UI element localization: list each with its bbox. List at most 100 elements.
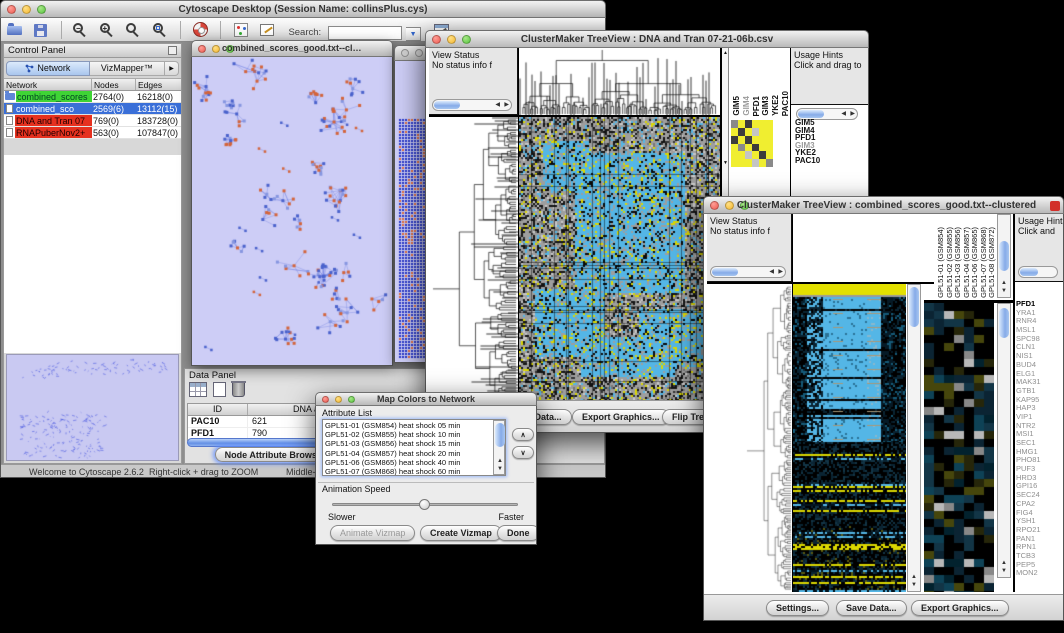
- matrix-cell[interactable]: [738, 136, 745, 144]
- tv2-gene-label[interactable]: RPN1: [1016, 543, 1063, 552]
- tv1-gene-label[interactable]: PAC10: [795, 157, 865, 165]
- scroll-down-icon[interactable]: ▼: [998, 287, 1010, 295]
- treeview1-titlebar[interactable]: ClusterMaker TreeView : DNA and Tran 07-…: [425, 30, 869, 48]
- tv2-gene-label[interactable]: MAK31: [1016, 378, 1063, 387]
- tv2-gene-label[interactable]: KAP95: [1016, 396, 1063, 405]
- matrix-cell[interactable]: [731, 120, 738, 128]
- tv1-row-dendrogram[interactable]: [429, 117, 518, 400]
- attribute-list-item[interactable]: GPL51-01 (GSM854) heat shock 05 min: [325, 421, 503, 430]
- attribute-list-item[interactable]: GPL51-02 (GSM855) heat shock 10 min: [325, 430, 503, 439]
- help-icon[interactable]: [191, 20, 211, 40]
- scroll-down-icon[interactable]: ▼: [998, 567, 1010, 575]
- scroll-up-icon[interactable]: ▲: [908, 573, 920, 581]
- tv2-gene-label[interactable]: SEC24: [1016, 491, 1063, 500]
- treeview2-titlebar[interactable]: ClusterMaker TreeView : combined_scores_…: [703, 196, 1064, 214]
- tv2-column-label[interactable]: GPL51-01 (GSM854): [937, 227, 945, 298]
- matrix-cell[interactable]: [745, 136, 752, 144]
- network-overview-canvas[interactable]: [7, 355, 178, 460]
- animate-vizmap-button[interactable]: Animate Vizmap: [330, 525, 415, 541]
- matrix-cell[interactable]: [745, 151, 752, 159]
- matrix-cell[interactable]: [731, 136, 738, 144]
- move-down-button[interactable]: ∨: [512, 446, 534, 459]
- matrix-cell[interactable]: [766, 136, 773, 144]
- tv1-gene-label[interactable]: PFD1: [795, 134, 865, 142]
- open-session-icon[interactable]: [5, 20, 25, 40]
- tv2-gene-label[interactable]: HRD3: [1016, 474, 1063, 483]
- zoom-out-icon[interactable]: −: [71, 20, 91, 40]
- matrix-cell[interactable]: [731, 159, 738, 167]
- tv2-export-graphics-button[interactable]: Export Graphics...: [911, 600, 1009, 616]
- tab-vizmapper[interactable]: VizMapper™: [90, 61, 165, 76]
- delete-attribute-icon[interactable]: [232, 382, 245, 397]
- attribute-list-scrollbar[interactable]: ▲ ▼: [493, 420, 505, 475]
- tv2-gene-label[interactable]: PFD1: [1016, 300, 1063, 309]
- close-button[interactable]: [432, 35, 441, 44]
- matrix-cell[interactable]: [759, 136, 766, 144]
- network-table-row[interactable]: combined_sco2569(6)13112(15): [4, 103, 181, 115]
- tv1-export-graphics-button[interactable]: Export Graphics...: [572, 409, 670, 425]
- data-column-id[interactable]: ID: [188, 404, 248, 415]
- tv1-gene-label[interactable]: GIM4: [795, 127, 865, 135]
- animation-speed-slider[interactable]: [332, 503, 518, 506]
- minimize-button[interactable]: [415, 49, 423, 57]
- tv2-gene-label[interactable]: CPA2: [1016, 500, 1063, 509]
- scroll-left-icon[interactable]: ◀: [841, 110, 846, 119]
- tv2-labels-scrollbar[interactable]: ▲ ▼: [997, 214, 1011, 298]
- network-table-row[interactable]: DNA and Tran 07769(0)183728(0): [4, 115, 181, 127]
- attribute-list[interactable]: GPL51-01 (GSM854) heat shock 05 minGPL51…: [322, 419, 506, 476]
- network-view-titlebar[interactable]: combined_scores_good.txt--cluste...: [191, 40, 393, 57]
- minimize-button[interactable]: [22, 5, 31, 14]
- tv2-column-label[interactable]: GPL51-03 (GSM856): [954, 227, 962, 298]
- matrix-cell[interactable]: [731, 144, 738, 152]
- close-button[interactable]: [710, 201, 719, 210]
- tv2-column-label[interactable]: GPL51-07 (GSM868): [980, 227, 988, 298]
- slider-thumb[interactable]: [419, 499, 430, 510]
- tv2-heatmap-scrollbar[interactable]: ▲ ▼: [907, 284, 921, 592]
- select-attributes-icon[interactable]: [189, 382, 207, 397]
- tv1-column-dendrogram[interactable]: [519, 48, 720, 115]
- matrix-cell[interactable]: [752, 120, 759, 128]
- matrix-cell[interactable]: [738, 151, 745, 159]
- tv1-column-label[interactable]: PAC10: [782, 91, 790, 116]
- move-up-button[interactable]: ∧: [512, 428, 534, 441]
- tv1-column-label[interactable]: GIM3: [762, 96, 770, 116]
- create-vizmap-button[interactable]: Create Vizmap: [420, 525, 502, 541]
- attribute-list-item[interactable]: GPL51-04 (GSM857) heat shock 20 min: [325, 449, 503, 458]
- matrix-cell[interactable]: [759, 128, 766, 136]
- tv2-column-label[interactable]: GPL51-04 (GSM857): [963, 227, 971, 298]
- tv1-gene-label[interactable]: GIM5: [795, 119, 865, 127]
- tv1-status-scrollbar[interactable]: ◀▶: [432, 99, 512, 111]
- scroll-right-icon[interactable]: ▶: [778, 268, 783, 277]
- tv2-zoom-heatmap[interactable]: [924, 303, 994, 592]
- tv2-gene-label[interactable]: NIS1: [1016, 352, 1063, 361]
- matrix-cell[interactable]: [759, 120, 766, 128]
- tv2-gene-label[interactable]: PAN1: [1016, 535, 1063, 544]
- tv2-row-dendrogram[interactable]: [707, 284, 792, 592]
- matrix-cell[interactable]: [731, 151, 738, 159]
- matrix-cell[interactable]: [731, 128, 738, 136]
- tv1-cluster-matrix[interactable]: [731, 120, 773, 167]
- scroll-right-icon[interactable]: ▶: [850, 110, 855, 119]
- tv2-genes-scrollbar[interactable]: ▲ ▼: [997, 303, 1011, 578]
- column-header-nodes[interactable]: Nodes: [92, 79, 136, 90]
- zoom-fit-icon[interactable]: [151, 20, 171, 40]
- scroll-right-icon[interactable]: ▶: [504, 101, 509, 110]
- tv2-gene-label[interactable]: CLN1: [1016, 343, 1063, 352]
- matrix-cell[interactable]: [766, 144, 773, 152]
- tv2-gene-label[interactable]: GPI16: [1016, 482, 1063, 491]
- zoom-in-icon[interactable]: +: [98, 20, 118, 40]
- tv2-gene-label[interactable]: ELG1: [1016, 370, 1063, 379]
- tv2-gene-label[interactable]: RNR4: [1016, 317, 1063, 326]
- matrix-cell[interactable]: [759, 151, 766, 159]
- tv2-gene-label[interactable]: VIP1: [1016, 413, 1063, 422]
- scroll-down-icon[interactable]: ▼: [723, 160, 728, 166]
- tv2-gene-label[interactable]: MON2: [1016, 569, 1063, 578]
- matrix-cell[interactable]: [745, 120, 752, 128]
- tv2-gene-label[interactable]: HAP3: [1016, 404, 1063, 413]
- tv2-gene-label[interactable]: HMG1: [1016, 448, 1063, 457]
- tv2-gene-label[interactable]: PHO81: [1016, 456, 1063, 465]
- matrix-cell[interactable]: [759, 144, 766, 152]
- matrix-cell[interactable]: [738, 144, 745, 152]
- tv1-gene-label[interactable]: GIM3: [795, 142, 865, 150]
- network-table-row[interactable]: combined_scores2764(0)16218(0): [4, 91, 181, 103]
